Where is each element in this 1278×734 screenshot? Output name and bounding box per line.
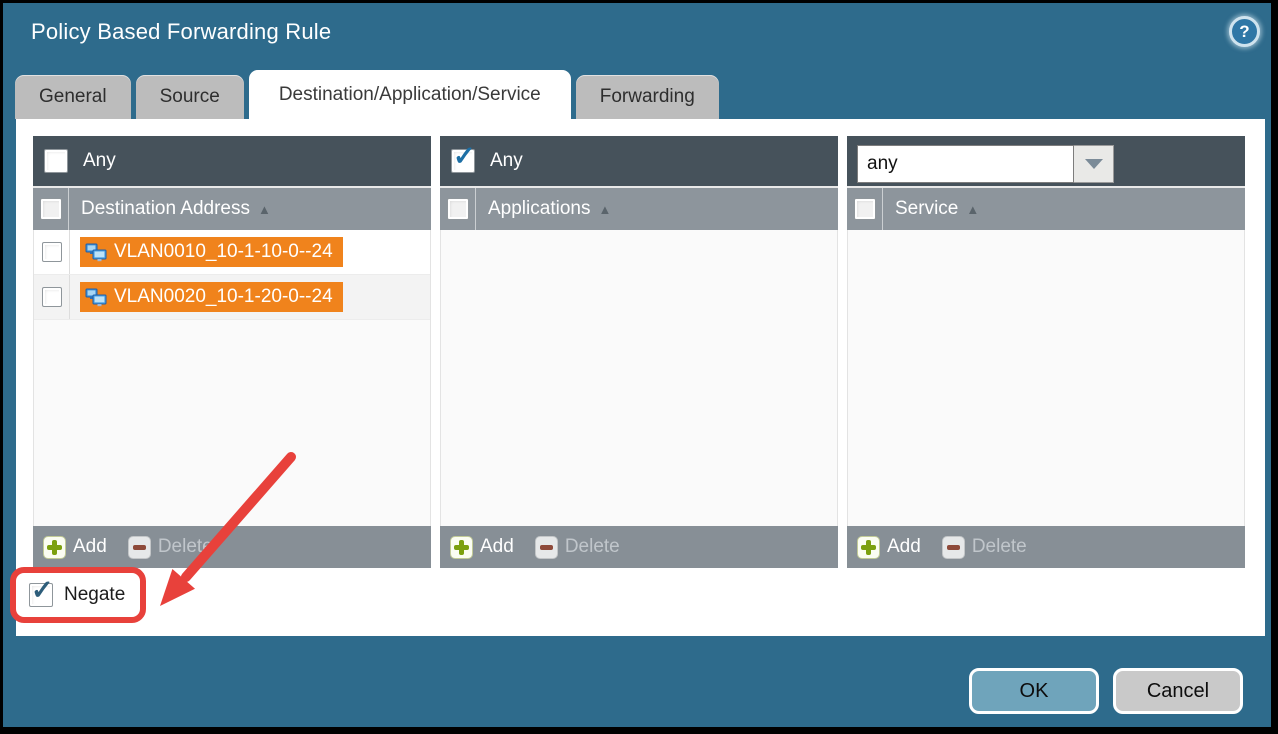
check-icon: ✓: [31, 577, 54, 604]
service-dropdown-button[interactable]: [1074, 145, 1114, 183]
delete-button[interactable]: Delete: [942, 536, 1027, 559]
service-list: [847, 230, 1245, 526]
tab-source[interactable]: Source: [136, 75, 244, 119]
cancel-button[interactable]: Cancel: [1113, 668, 1243, 714]
negate-label: Negate: [64, 584, 125, 606]
network-icon: [85, 288, 107, 307]
destination-any-header: Any: [33, 136, 431, 186]
service-any-header: any: [847, 136, 1245, 186]
destination-any-checkbox[interactable]: [44, 149, 68, 173]
applications-any-label: Any: [490, 150, 523, 172]
list-item[interactable]: VLAN0010_10-1-10-0--24: [34, 230, 430, 275]
applications-selectall-checkbox[interactable]: [447, 198, 469, 220]
applications-list: [440, 230, 838, 526]
applications-footer: Add Delete: [440, 526, 838, 568]
delete-button[interactable]: Delete: [128, 536, 213, 559]
chevron-down-icon: [1085, 159, 1103, 169]
address-object-label: VLAN0010_10-1-10-0--24: [114, 241, 333, 263]
dialog-title: Policy Based Forwarding Rule: [31, 19, 331, 45]
address-object-chip[interactable]: VLAN0010_10-1-10-0--24: [80, 237, 343, 267]
service-column-header[interactable]: Service ▲: [847, 186, 1245, 230]
negate-annotation-box: ✓ Negate: [10, 567, 146, 623]
delete-button[interactable]: Delete: [535, 536, 620, 559]
row-checkbox[interactable]: [42, 287, 62, 307]
sort-ascending-icon: ▲: [966, 203, 979, 216]
tab-content-panel: Any Destination Address ▲: [16, 119, 1265, 636]
address-object-chip[interactable]: VLAN0020_10-1-20-0--24: [80, 282, 343, 312]
destination-column-header[interactable]: Destination Address ▲: [33, 186, 431, 230]
negate-checkbox[interactable]: ✓: [29, 583, 53, 607]
destination-address-column: Any Destination Address ▲: [33, 136, 431, 568]
screenshot-root: { "dialog": { "title": "Policy Based For…: [0, 0, 1278, 734]
sort-ascending-icon: ▲: [598, 203, 611, 216]
destination-list: VLAN0010_10-1-10-0--24: [33, 230, 431, 526]
applications-column: ✓ Any Applications ▲: [440, 136, 838, 568]
destination-footer: Add Delete: [33, 526, 431, 568]
tab-bar: General Source Destination/Application/S…: [15, 70, 719, 119]
add-icon: [450, 536, 473, 559]
network-icon: [85, 243, 107, 262]
tab-destination-application-service[interactable]: Destination/Application/Service: [249, 70, 571, 119]
tab-forwarding[interactable]: Forwarding: [576, 75, 719, 119]
destination-any-label: Any: [83, 150, 116, 172]
help-icon[interactable]: ?: [1229, 16, 1260, 47]
add-button[interactable]: Add: [450, 536, 514, 559]
delete-icon: [128, 536, 151, 559]
ok-button[interactable]: OK: [969, 668, 1099, 714]
add-button[interactable]: Add: [857, 536, 921, 559]
applications-any-checkbox[interactable]: ✓: [451, 149, 475, 173]
check-icon: ✓: [453, 143, 476, 170]
columns-container: Any Destination Address ▲: [33, 136, 1245, 568]
row-checkbox[interactable]: [42, 242, 62, 262]
delete-icon: [535, 536, 558, 559]
service-header-label: Service: [895, 198, 958, 220]
service-selectall-checkbox[interactable]: [854, 198, 876, 220]
service-dropdown: any: [857, 145, 1114, 183]
destination-selectall-checkbox[interactable]: [40, 198, 62, 220]
add-icon: [43, 536, 66, 559]
applications-any-header: ✓ Any: [440, 136, 838, 186]
destination-header-label: Destination Address: [81, 198, 250, 220]
applications-header-label: Applications: [488, 198, 590, 220]
add-button[interactable]: Add: [43, 536, 107, 559]
service-column: any Service ▲: [847, 136, 1245, 568]
tab-general[interactable]: General: [15, 75, 131, 119]
policy-dialog: Policy Based Forwarding Rule ? General S…: [3, 3, 1271, 727]
list-item[interactable]: VLAN0020_10-1-20-0--24: [34, 275, 430, 320]
delete-icon: [942, 536, 965, 559]
applications-column-header[interactable]: Applications ▲: [440, 186, 838, 230]
add-icon: [857, 536, 880, 559]
sort-ascending-icon: ▲: [258, 203, 271, 216]
service-dropdown-value[interactable]: any: [857, 145, 1074, 183]
service-footer: Add Delete: [847, 526, 1245, 568]
address-object-label: VLAN0020_10-1-20-0--24: [114, 286, 333, 308]
